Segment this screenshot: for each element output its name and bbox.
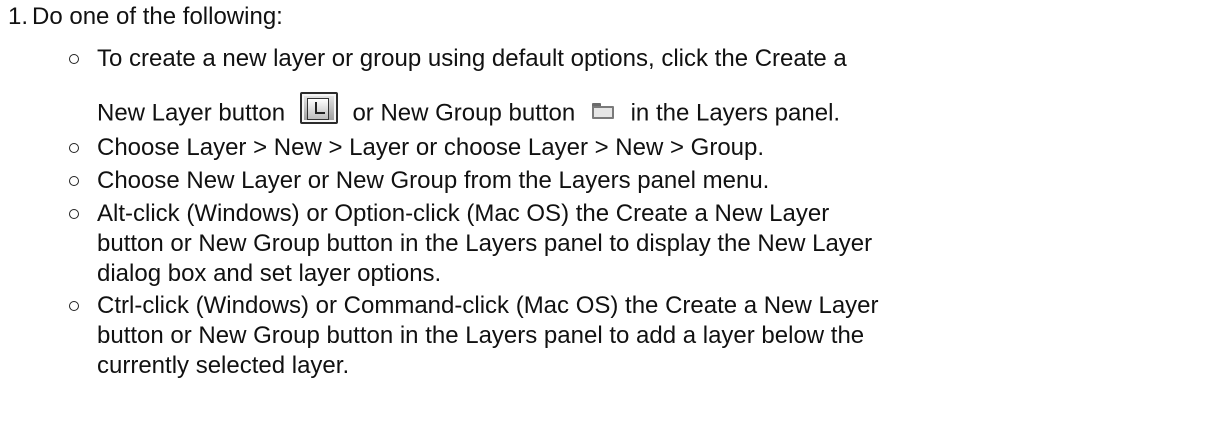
- option-continuation-line: New Layer button or New Group button in …: [97, 92, 841, 130]
- option-line: To create a new layer or group using def…: [97, 45, 847, 72]
- step-text: Do one of the following:: [32, 3, 283, 30]
- option-line: currently selected layer.: [97, 352, 350, 379]
- bullet-circle: [69, 176, 79, 186]
- bullet-circle: [69, 209, 79, 219]
- option-text-segment: in the Layers panel.: [630, 99, 841, 127]
- option-line: button or New Group button in the Layers…: [97, 322, 865, 349]
- option-line: dialog box and set layer options.: [97, 260, 442, 287]
- option-text-segment: or New Group button: [352, 99, 576, 127]
- bullet-circle: [69, 301, 79, 311]
- bullet-circle: [69, 54, 79, 64]
- option-line: Ctrl-click (Windows) or Command-click (M…: [97, 292, 879, 319]
- option-line: Alt-click (Windows) or Option-click (Mac…: [97, 200, 830, 227]
- new-layer-icon: [299, 92, 338, 124]
- step-number: 1.: [8, 3, 29, 30]
- bullet-circle: [69, 143, 79, 153]
- option-line: Choose Layer > New > Layer or choose Lay…: [97, 134, 765, 161]
- option-line: Choose New Layer or New Group from the L…: [97, 167, 770, 194]
- option-line: button or New Group button in the Layers…: [97, 230, 873, 257]
- folder-icon: [591, 103, 614, 119]
- option-text-segment: New Layer button: [97, 99, 286, 127]
